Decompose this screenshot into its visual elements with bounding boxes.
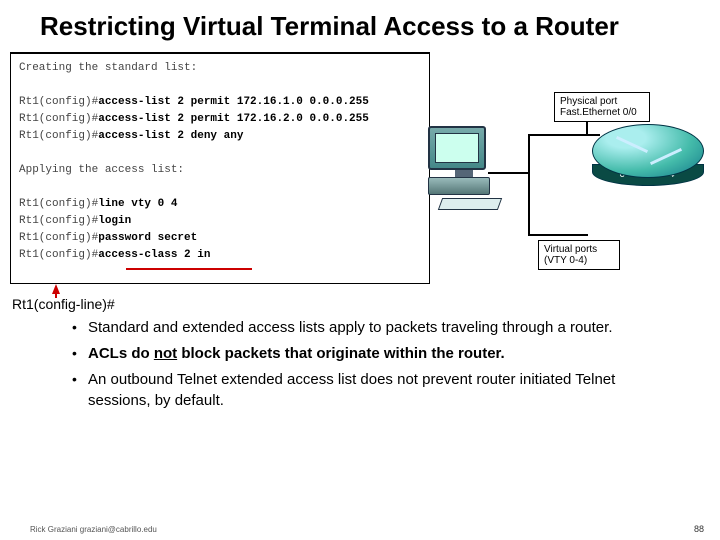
footer-author: Rick Graziani graziani@cabrillo.edu bbox=[30, 525, 157, 534]
cli-cmd: login bbox=[98, 215, 131, 227]
cli-cmd: access-list 2 permit 172.16.2.0 0.0.0.25… bbox=[98, 113, 369, 125]
highlight-underline bbox=[126, 268, 252, 270]
network-diagram: Physical port Fast.Ethernet 0/0 Virtual … bbox=[424, 92, 704, 272]
figure: Creating the standard list: Rt1(config)#… bbox=[10, 52, 710, 302]
cli-prompt: Rt1(config)# bbox=[19, 130, 98, 142]
cli-prompt: Rt1(config)# bbox=[19, 198, 98, 210]
prompt-annotation: Rt1(config-line)# bbox=[12, 296, 115, 312]
cli-cmd: password secret bbox=[98, 232, 197, 244]
pc-icon bbox=[428, 126, 500, 210]
slide-title: Restricting Virtual Terminal Access to a… bbox=[40, 12, 690, 42]
cli-prompt: Rt1(config)# bbox=[19, 215, 98, 227]
wire bbox=[528, 234, 588, 236]
terminal-header-create: Creating the standard list: bbox=[19, 62, 197, 74]
bullet-text-not: not bbox=[154, 345, 177, 362]
bullet-item: Standard and extended access lists apply… bbox=[72, 318, 680, 338]
terminal-window: Creating the standard list: Rt1(config)#… bbox=[10, 52, 430, 284]
wire bbox=[528, 172, 530, 236]
bullet-text: block packets that originate within the … bbox=[177, 345, 505, 362]
bullet-item: An outbound Telnet extended access list … bbox=[72, 370, 680, 411]
bullet-list: Standard and extended access lists apply… bbox=[72, 318, 680, 411]
label-virtual-ports: Virtual ports (VTY 0-4) bbox=[538, 240, 620, 270]
cli-prompt: Rt1(config)# bbox=[19, 113, 98, 125]
cli-prompt: Rt1(config)# bbox=[19, 232, 98, 244]
cli-prompt: Rt1(config)# bbox=[19, 249, 98, 261]
terminal-header-apply: Applying the access list: bbox=[19, 164, 184, 176]
bullet-text: ACLs do bbox=[88, 345, 154, 362]
wire bbox=[528, 134, 530, 174]
cli-cmd: access-list 2 permit 172.16.1.0 0.0.0.25… bbox=[98, 96, 369, 108]
page-number: 88 bbox=[694, 524, 704, 534]
label-physical-port: Physical port Fast.Ethernet 0/0 bbox=[554, 92, 650, 122]
wire bbox=[488, 172, 530, 174]
cli-cmd: access-list 2 deny any bbox=[98, 130, 243, 142]
router-icon: 0 1 2 3 4 bbox=[592, 124, 704, 188]
cli-cmd: line vty 0 4 bbox=[98, 198, 177, 210]
wire bbox=[528, 134, 588, 136]
cli-prompt: Rt1(config)# bbox=[19, 96, 98, 108]
cli-cmd: access-class 2 in bbox=[98, 249, 210, 261]
bullet-item: ACLs do not block packets that originate… bbox=[72, 344, 680, 364]
